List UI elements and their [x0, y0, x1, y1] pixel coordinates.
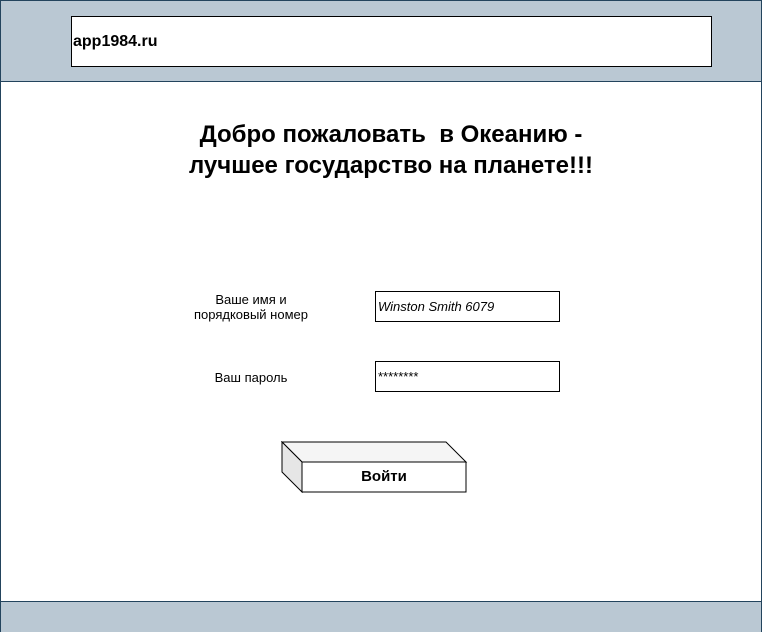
- address-url: app1984.ru: [73, 33, 158, 50]
- login-button-label: Войти: [361, 468, 407, 485]
- name-label-line-1: Ваше имя и: [215, 292, 287, 307]
- name-label-line-2: порядковый номер: [194, 307, 308, 322]
- name-input-value: Winston Smith 6079: [378, 299, 495, 314]
- address-bar[interactable]: app1984.ru: [71, 16, 712, 67]
- password-input-value: ********: [378, 369, 419, 384]
- footer-bar: [1, 601, 761, 632]
- name-label: Ваше имя и порядковый номер: [161, 292, 341, 322]
- app-window: app1984.ru Добро пожаловать в Океанию - …: [0, 0, 762, 632]
- name-input[interactable]: Winston Smith 6079: [375, 291, 560, 322]
- welcome-line-1: Добро пожаловать в Океанию -: [199, 121, 583, 148]
- password-input[interactable]: ********: [375, 361, 560, 392]
- login-button[interactable]: Войти: [281, 441, 468, 493]
- password-label: Ваш пароль: [214, 370, 288, 385]
- welcome-heading: Добро пожаловать в Океанию - лучшее госу…: [101, 119, 681, 181]
- welcome-line-2: лучшее государство на планете!!!: [188, 152, 593, 179]
- header-bar: app1984.ru: [1, 1, 761, 82]
